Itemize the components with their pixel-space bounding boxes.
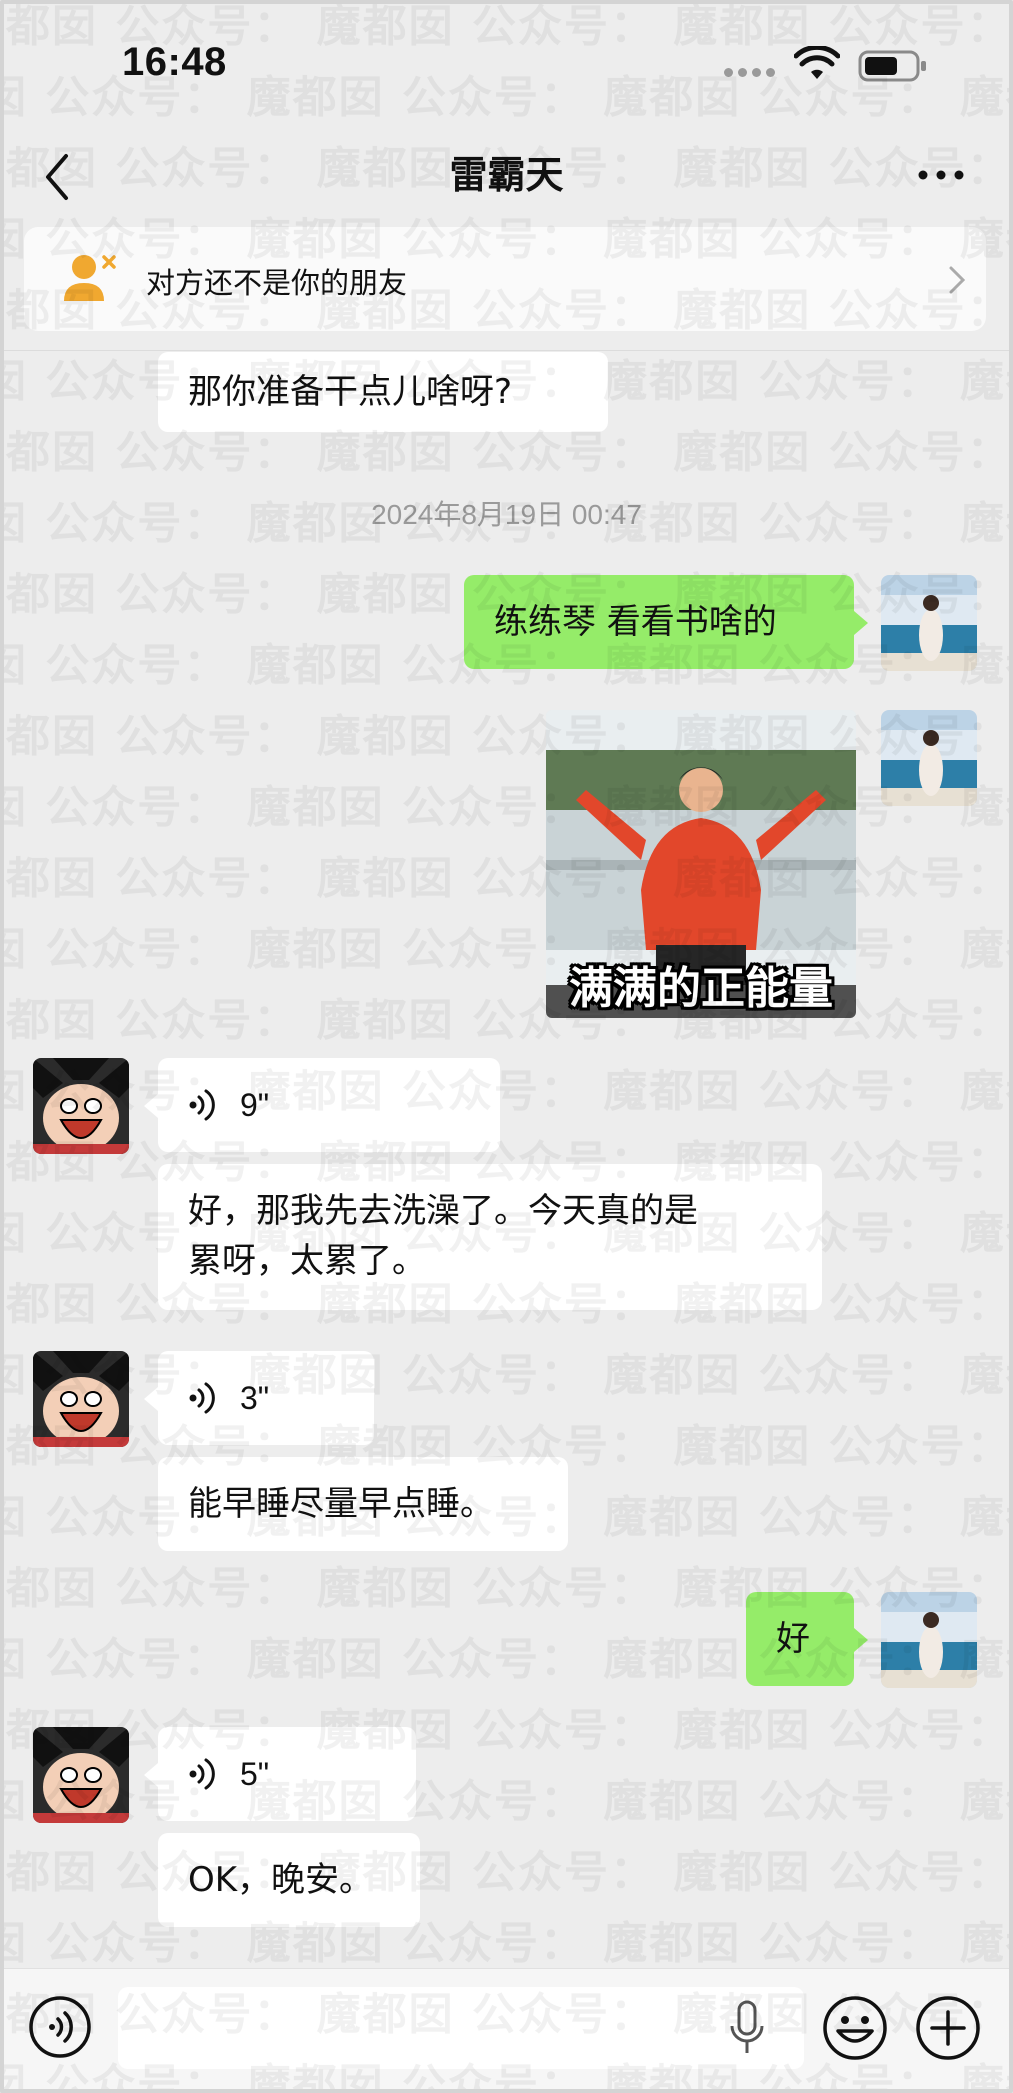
screenshot-frame: [0, 0, 1013, 2093]
